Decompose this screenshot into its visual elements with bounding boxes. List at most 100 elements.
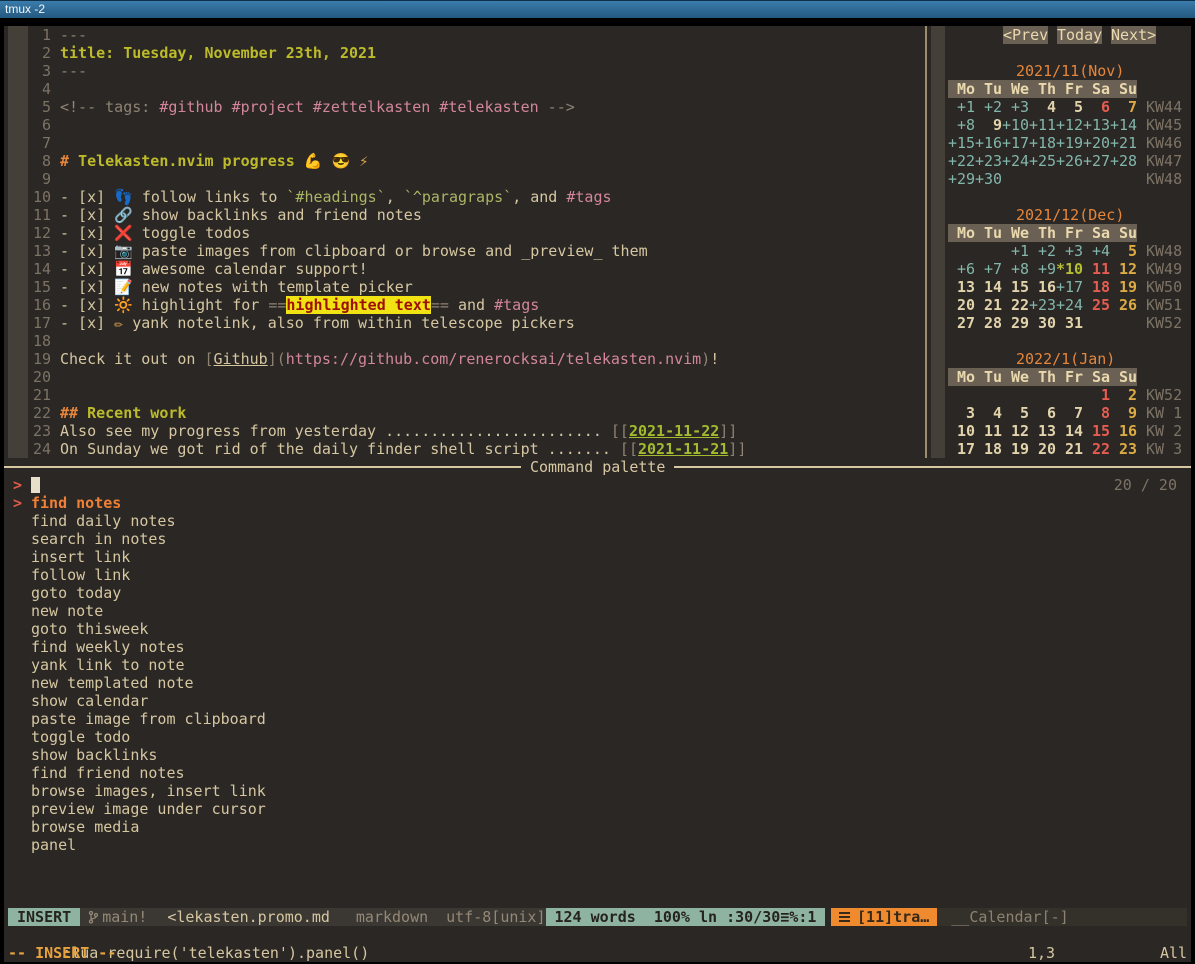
calendar-day[interactable]: 18: [1083, 278, 1110, 296]
calendar-day[interactable]: +17: [1056, 278, 1083, 296]
calendar-day[interactable]: 6: [1083, 98, 1110, 116]
editor-line[interactable]: 21: [4, 386, 746, 404]
calendar-day[interactable]: +2: [1029, 242, 1056, 260]
calendar-day[interactable]: +11: [1029, 116, 1056, 134]
calendar-day[interactable]: +17: [1002, 134, 1029, 152]
calendar-day[interactable]: 7: [1110, 98, 1137, 116]
calendar-day[interactable]: 7: [1056, 404, 1083, 422]
calendar-day[interactable]: +2: [975, 98, 1002, 116]
palette-item[interactable]: follow link: [4, 566, 1191, 584]
calendar-day[interactable]: 15: [1083, 422, 1110, 440]
calendar-day[interactable]: +10: [1002, 116, 1029, 134]
calendar-day[interactable]: 20: [948, 296, 975, 314]
palette-item[interactable]: preview image under cursor: [4, 800, 1191, 818]
calendar-day[interactable]: 30: [1029, 314, 1056, 332]
calendar-day[interactable]: 21: [1056, 440, 1083, 458]
editor-line[interactable]: 14- [x] 📅 awesome calendar support!: [4, 260, 746, 278]
palette-item[interactable]: new note: [4, 602, 1191, 620]
command-line[interactable]: :lua require('telekasten').panel(): [8, 926, 369, 944]
editor-line[interactable]: 17- [x] ✏ yank notelink, also from withi…: [4, 314, 746, 332]
editor-buffer[interactable]: 1---2title: Tuesday, November 23th, 2021…: [4, 26, 746, 458]
calendar-day[interactable]: 22: [1083, 440, 1110, 458]
palette-item[interactable]: insert link: [4, 548, 1191, 566]
calendar-day[interactable]: +1: [948, 98, 975, 116]
calendar-day[interactable]: 12: [1002, 422, 1029, 440]
calendar-day[interactable]: 29: [1002, 314, 1029, 332]
calendar-day[interactable]: 31: [1056, 314, 1083, 332]
calendar-day[interactable]: 18: [975, 440, 1002, 458]
editor-line[interactable]: 24On Sunday we got rid of the daily find…: [4, 440, 746, 458]
calendar-day[interactable]: 1: [1083, 386, 1110, 404]
palette-item[interactable]: panel: [4, 836, 1191, 854]
calendar-day[interactable]: +3: [1056, 242, 1083, 260]
editor-line[interactable]: 20: [4, 368, 746, 386]
palette-item[interactable]: find daily notes: [4, 512, 1191, 530]
palette-item[interactable]: yank link to note: [4, 656, 1191, 674]
calendar-day[interactable]: 2: [1110, 386, 1137, 404]
calendar-day[interactable]: 26: [1110, 296, 1137, 314]
palette-prompt-input[interactable]: > 20 / 20: [4, 476, 1191, 494]
palette-item[interactable]: goto today: [4, 584, 1191, 602]
editor-line[interactable]: 18: [4, 332, 746, 350]
calendar-day[interactable]: *10: [1056, 260, 1083, 278]
editor-line[interactable]: 7: [4, 134, 746, 152]
editor-line[interactable]: 19Check it out on [Github](https://githu…: [4, 350, 746, 368]
calendar-day[interactable]: 21: [975, 296, 1002, 314]
calendar-day[interactable]: +29: [948, 170, 975, 188]
calendar-day[interactable]: +23: [1029, 296, 1056, 314]
calendar-day[interactable]: +3: [1002, 98, 1029, 116]
calendar-day[interactable]: 8: [1083, 404, 1110, 422]
calendar-day[interactable]: +23: [975, 152, 1002, 170]
palette-item[interactable]: browse media: [4, 818, 1191, 836]
calendar-day[interactable]: 9: [975, 116, 1002, 134]
calendar-day[interactable]: 4: [1029, 98, 1056, 116]
calendar-day[interactable]: 4: [975, 404, 1002, 422]
tab-indicator[interactable]: [11]tra…: [831, 908, 937, 926]
editor-line[interactable]: 8# Telekasten.nvim progress 💪 😎 ⚡: [4, 152, 746, 170]
palette-item[interactable]: browse images, insert link: [4, 782, 1191, 800]
calendar-day[interactable]: +26: [1056, 152, 1083, 170]
calendar-day[interactable]: 13: [1029, 422, 1056, 440]
palette-item[interactable]: >find notes: [4, 494, 1191, 512]
palette-item[interactable]: show calendar: [4, 692, 1191, 710]
calendar-day[interactable]: +19: [1056, 134, 1083, 152]
palette-item[interactable]: new templated note: [4, 674, 1191, 692]
calendar-day[interactable]: +12: [1056, 116, 1083, 134]
calendar-day[interactable]: 25: [1083, 296, 1110, 314]
calendar-day[interactable]: +18: [1029, 134, 1056, 152]
calendar-day[interactable]: 5: [1056, 98, 1083, 116]
calendar-day[interactable]: +27: [1083, 152, 1110, 170]
editor-line[interactable]: 22## Recent work: [4, 404, 746, 422]
calendar-day[interactable]: 16: [1110, 422, 1137, 440]
palette-item[interactable]: paste image from clipboard: [4, 710, 1191, 728]
calendar-day[interactable]: 13: [948, 278, 975, 296]
calendar-day[interactable]: +25: [1029, 152, 1056, 170]
editor-line[interactable]: 6: [4, 116, 746, 134]
calendar-day[interactable]: +4: [1083, 242, 1110, 260]
editor-line[interactable]: 1---: [4, 26, 746, 44]
calendar-day[interactable]: 22: [1002, 296, 1029, 314]
calendar-day[interactable]: 14: [1056, 422, 1083, 440]
calendar-day[interactable]: +6: [948, 260, 975, 278]
calendar-day[interactable]: 11: [975, 422, 1002, 440]
calendar-day[interactable]: +15: [948, 134, 975, 152]
calendar-day[interactable]: 5: [1110, 242, 1137, 260]
window-split-separator[interactable]: [925, 26, 927, 458]
calendar-day[interactable]: 6: [1029, 404, 1056, 422]
next-button[interactable]: Next>: [1111, 26, 1156, 44]
calendar-day[interactable]: 20: [1029, 440, 1056, 458]
calendar-day[interactable]: 10: [948, 422, 975, 440]
calendar-day[interactable]: 5: [1002, 404, 1029, 422]
palette-item[interactable]: goto thisweek: [4, 620, 1191, 638]
editor-line[interactable]: 5<!-- tags: #github #project #zettelkast…: [4, 98, 746, 116]
editor-line[interactable]: 15- [x] 📝 new notes with template picker: [4, 278, 746, 296]
calendar-day[interactable]: 15: [1002, 278, 1029, 296]
palette-item[interactable]: find friend notes: [4, 764, 1191, 782]
calendar-day[interactable]: +30: [975, 170, 1002, 188]
palette-item[interactable]: search in notes: [4, 530, 1191, 548]
calendar-day[interactable]: +28: [1110, 152, 1137, 170]
calendar-day[interactable]: +8: [1002, 260, 1029, 278]
editor-line[interactable]: 13- [x] 📷 paste images from clipboard or…: [4, 242, 746, 260]
calendar-day[interactable]: +1: [1002, 242, 1029, 260]
calendar-day[interactable]: +9: [1029, 260, 1056, 278]
